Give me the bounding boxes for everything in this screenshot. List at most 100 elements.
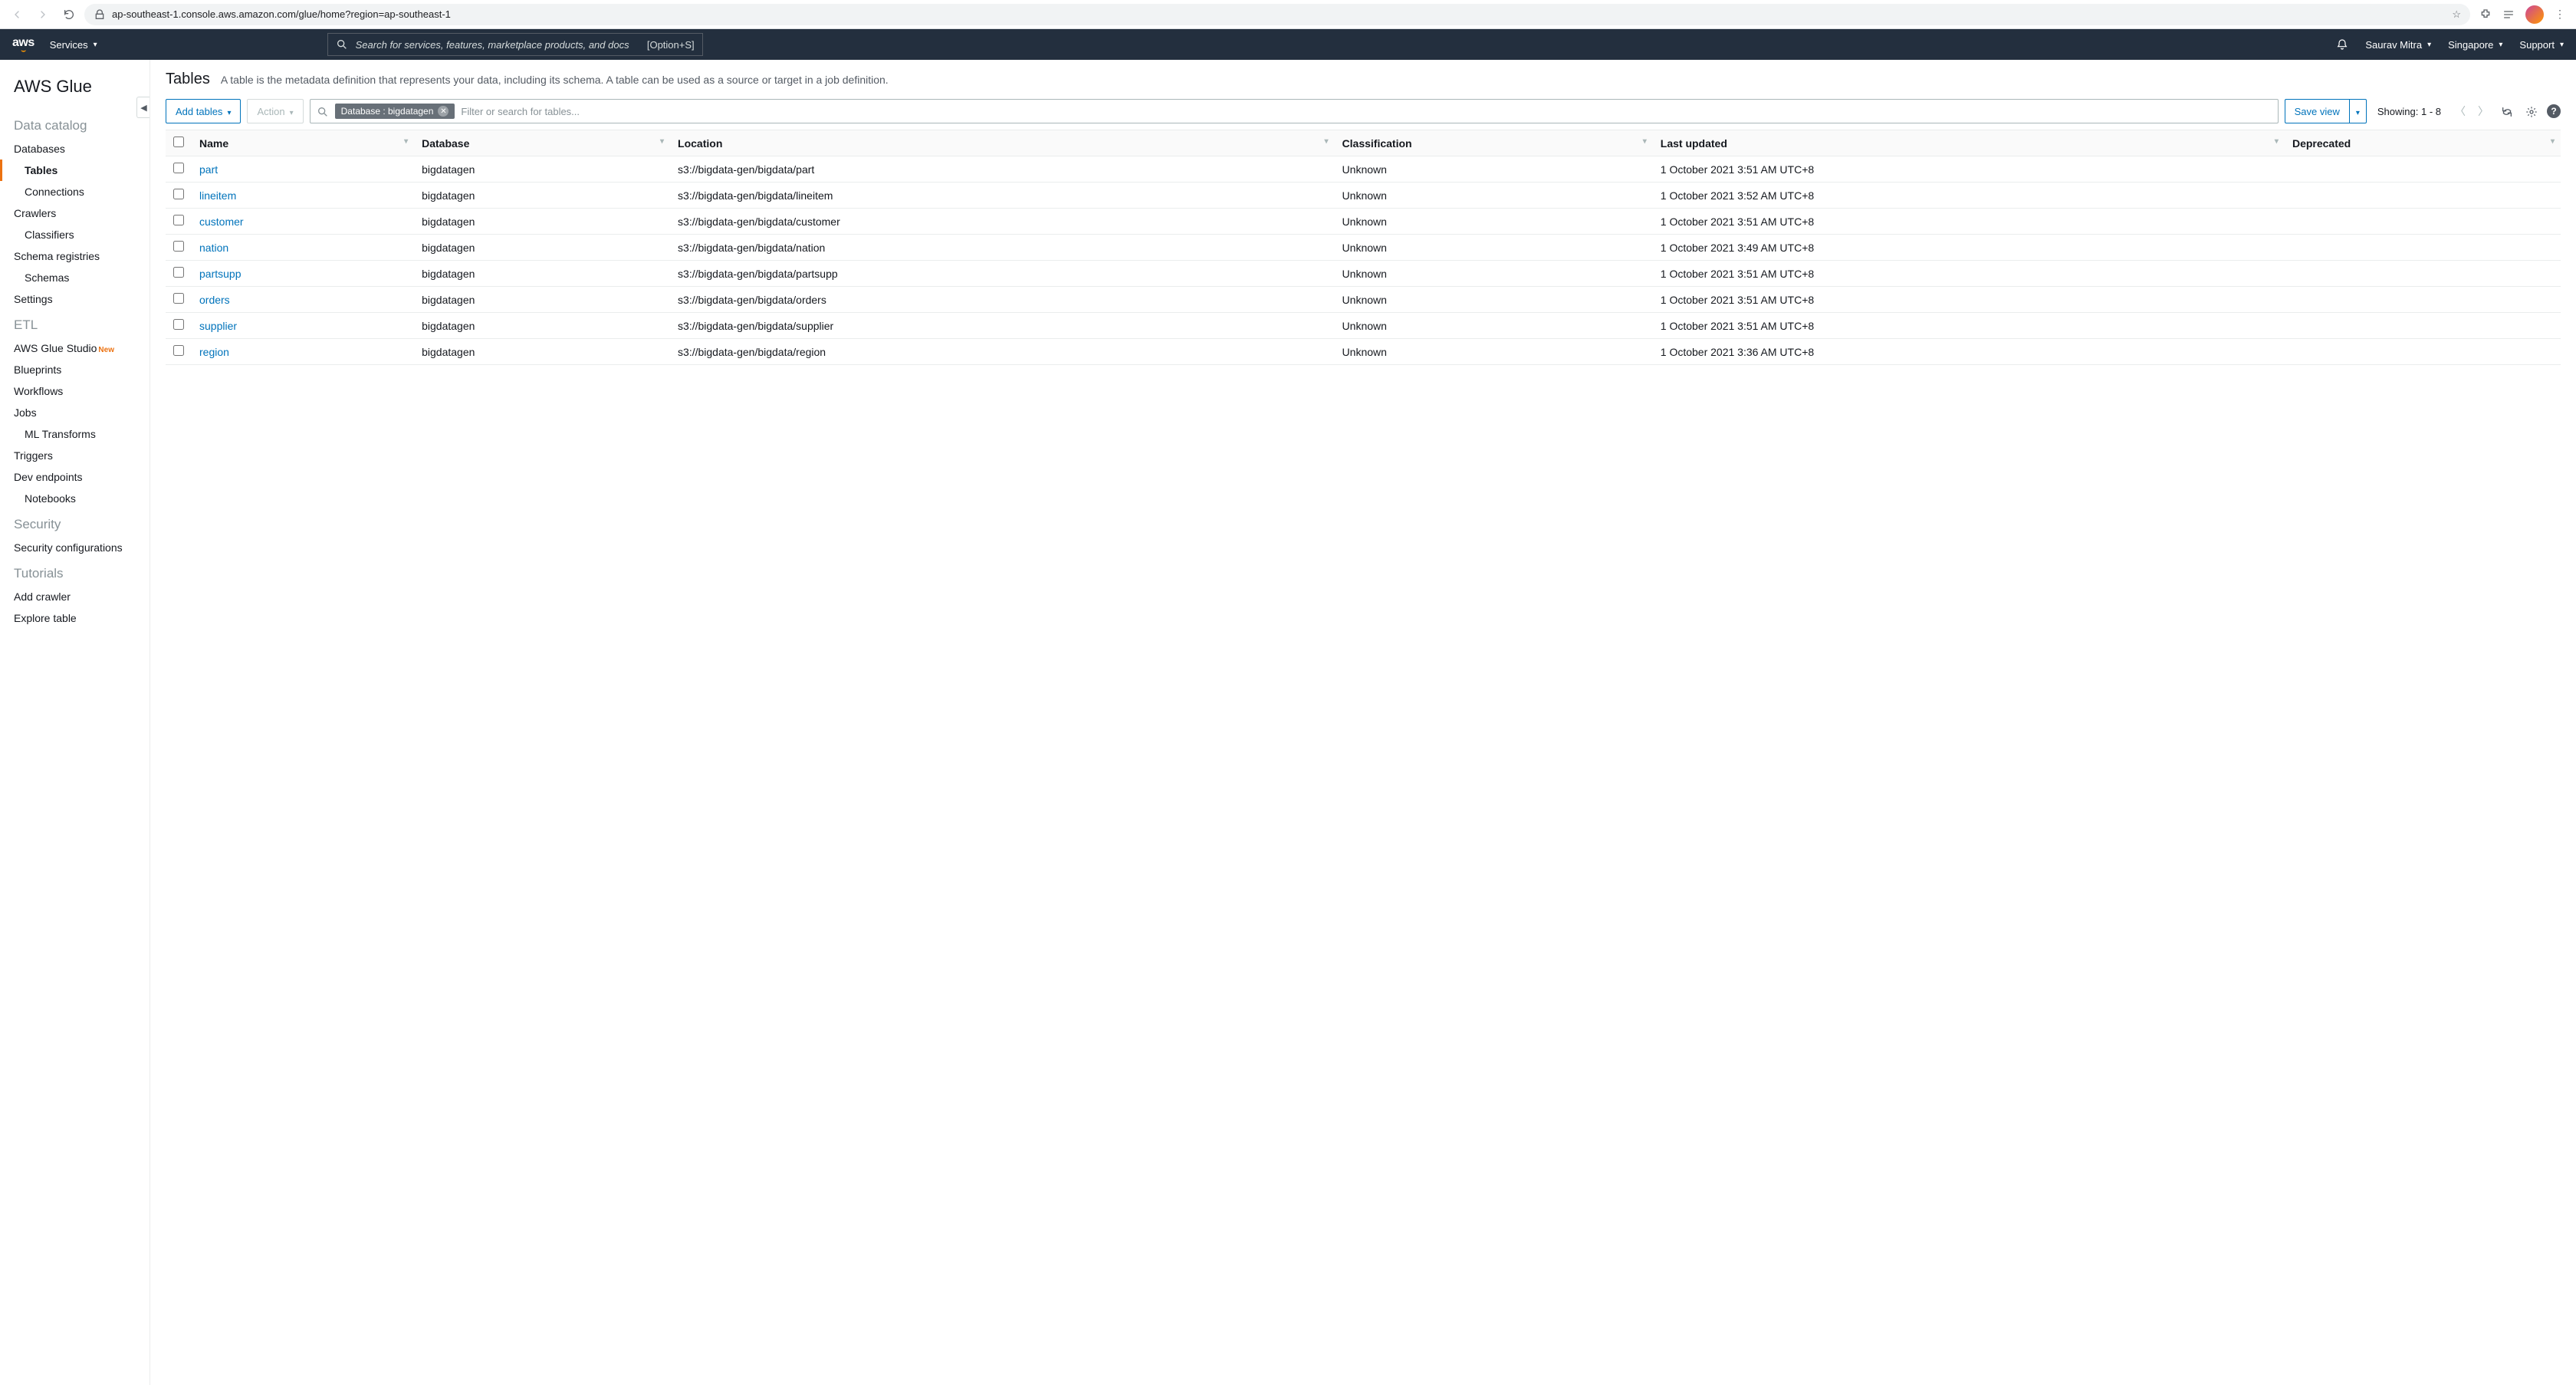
row-name-link[interactable]: part — [199, 163, 218, 176]
add-tables-label: Add tables — [176, 106, 222, 117]
arrow-left-icon — [11, 8, 23, 21]
sidebar-item-workflows[interactable]: Workflows — [0, 380, 150, 402]
sidebar-item-schema-registries[interactable]: Schema registries — [0, 245, 150, 267]
row-last-updated: 1 October 2021 3:49 AM UTC+8 — [1653, 235, 2285, 261]
aws-search-box[interactable]: Search for services, features, marketpla… — [327, 33, 703, 56]
sidebar-item-settings[interactable]: Settings — [0, 288, 150, 310]
sidebar-item-add-crawler[interactable]: Add crawler — [0, 586, 150, 607]
browser-right-icons: ⋮ — [2475, 5, 2570, 24]
refresh-button[interactable] — [2498, 104, 2516, 117]
row-name-link[interactable]: region — [199, 346, 229, 358]
browser-chrome: ap-southeast-1.console.aws.amazon.com/gl… — [0, 0, 2576, 29]
row-checkbox[interactable] — [173, 215, 184, 225]
filter-input[interactable] — [461, 106, 2271, 117]
notifications-icon[interactable] — [2336, 38, 2348, 51]
browser-url-bar[interactable]: ap-southeast-1.console.aws.amazon.com/gl… — [84, 4, 2470, 25]
sidebar-item-triggers[interactable]: Triggers — [0, 445, 150, 466]
row-checkbox[interactable] — [173, 293, 184, 304]
sort-icon: ▾ — [2275, 137, 2279, 146]
page-description: A table is the metadata definition that … — [221, 74, 889, 86]
sidebar-item-schemas[interactable]: Schemas — [0, 267, 150, 288]
region-label: Singapore — [2448, 39, 2493, 51]
sidebar-item-jobs[interactable]: Jobs — [0, 402, 150, 423]
row-classification: Unknown — [1335, 313, 1653, 339]
arrow-right-icon — [37, 8, 49, 21]
col-database[interactable]: Database▾ — [414, 130, 670, 156]
sidebar-item-ml-transforms[interactable]: ML Transforms — [0, 423, 150, 445]
sidebar-item-glue-studio[interactable]: AWS Glue StudioNew — [0, 337, 150, 359]
browser-profile-avatar[interactable] — [2525, 5, 2544, 24]
sidebar-item-explore-table[interactable]: Explore table — [0, 607, 150, 629]
row-classification: Unknown — [1335, 183, 1653, 209]
filter-chip-remove-icon[interactable]: ✕ — [438, 106, 449, 117]
sidebar-item-notebooks[interactable]: Notebooks — [0, 488, 150, 509]
page-prev-button[interactable]: 〈 — [2452, 104, 2469, 119]
row-name-link[interactable]: nation — [199, 242, 228, 254]
row-checkbox[interactable] — [173, 267, 184, 278]
search-icon — [317, 104, 329, 117]
reading-list-icon[interactable] — [2502, 8, 2515, 21]
save-view-button[interactable]: Save view — [2285, 99, 2349, 123]
aws-logo[interactable]: aws⌣ — [12, 36, 34, 53]
table-header-row: Name▾ Database▾ Location▾ Classification… — [166, 130, 2561, 156]
browser-reload-button[interactable] — [58, 4, 80, 25]
user-menu[interactable]: Saurav Mitra — [2365, 39, 2431, 51]
chevron-down-icon — [227, 106, 231, 117]
table-row: nationbigdatagens3://bigdata-gen/bigdata… — [166, 235, 2561, 261]
support-menu[interactable]: Support — [2519, 39, 2564, 51]
filter-chip-label: Database : bigdatagen — [341, 106, 434, 117]
row-database: bigdatagen — [414, 235, 670, 261]
save-view-dropdown-button[interactable] — [2349, 99, 2367, 123]
row-name-link[interactable]: customer — [199, 215, 244, 228]
browser-forward-button[interactable] — [32, 4, 54, 25]
filter-box[interactable]: Database : bigdatagen ✕ — [310, 99, 2279, 123]
row-last-updated: 1 October 2021 3:36 AM UTC+8 — [1653, 339, 2285, 365]
row-location: s3://bigdata-gen/bigdata/part — [670, 156, 1335, 183]
col-location[interactable]: Location▾ — [670, 130, 1335, 156]
add-tables-button[interactable]: Add tables — [166, 99, 241, 123]
col-classification[interactable]: Classification▾ — [1335, 130, 1653, 156]
row-name-link[interactable]: supplier — [199, 320, 237, 332]
sidebar-item-tables[interactable]: Tables — [0, 160, 150, 181]
select-all-header — [166, 130, 192, 156]
services-menu[interactable]: Services — [50, 39, 97, 51]
row-checkbox[interactable] — [173, 345, 184, 356]
aws-search-placeholder: Search for services, features, marketpla… — [356, 39, 629, 51]
sidebar-item-security-configs[interactable]: Security configurations — [0, 537, 150, 558]
browser-back-button[interactable] — [6, 4, 28, 25]
row-deprecated — [2285, 339, 2561, 365]
row-location: s3://bigdata-gen/bigdata/lineitem — [670, 183, 1335, 209]
settings-button[interactable] — [2522, 104, 2541, 117]
row-location: s3://bigdata-gen/bigdata/partsupp — [670, 261, 1335, 287]
help-button[interactable]: ? — [2547, 104, 2561, 118]
row-name-link[interactable]: partsupp — [199, 268, 241, 280]
star-icon[interactable]: ☆ — [2452, 8, 2461, 21]
services-label: Services — [50, 39, 88, 51]
sidebar-item-crawlers[interactable]: Crawlers — [0, 202, 150, 224]
row-name-link[interactable]: lineitem — [199, 189, 236, 202]
page-next-button[interactable]: 〉 — [2475, 104, 2492, 119]
sidebar-collapse-handle[interactable]: ◀ — [136, 97, 150, 118]
select-all-checkbox[interactable] — [173, 137, 184, 147]
sidebar-item-connections[interactable]: Connections — [0, 181, 150, 202]
sidebar-item-blueprints[interactable]: Blueprints — [0, 359, 150, 380]
col-last-updated[interactable]: Last updated▾ — [1653, 130, 2285, 156]
showing-text: Showing: 1 - 8 — [2377, 106, 2441, 117]
sidebar-item-classifiers[interactable]: Classifiers — [0, 224, 150, 245]
browser-menu-icon[interactable]: ⋮ — [2555, 8, 2565, 21]
row-checkbox[interactable] — [173, 319, 184, 330]
region-menu[interactable]: Singapore — [2448, 39, 2502, 51]
row-checkbox[interactable] — [173, 189, 184, 199]
row-name-link[interactable]: orders — [199, 294, 230, 306]
row-last-updated: 1 October 2021 3:51 AM UTC+8 — [1653, 156, 2285, 183]
col-name[interactable]: Name▾ — [192, 130, 414, 156]
row-database: bigdatagen — [414, 156, 670, 183]
sidebar-item-dev-endpoints[interactable]: Dev endpoints — [0, 466, 150, 488]
row-checkbox[interactable] — [173, 163, 184, 173]
extensions-icon[interactable] — [2479, 8, 2492, 21]
row-checkbox[interactable] — [173, 241, 184, 252]
col-deprecated[interactable]: Deprecated▾ — [2285, 130, 2561, 156]
sidebar-item-databases[interactable]: Databases — [0, 138, 150, 160]
row-location: s3://bigdata-gen/bigdata/region — [670, 339, 1335, 365]
action-button[interactable]: Action — [247, 99, 303, 123]
